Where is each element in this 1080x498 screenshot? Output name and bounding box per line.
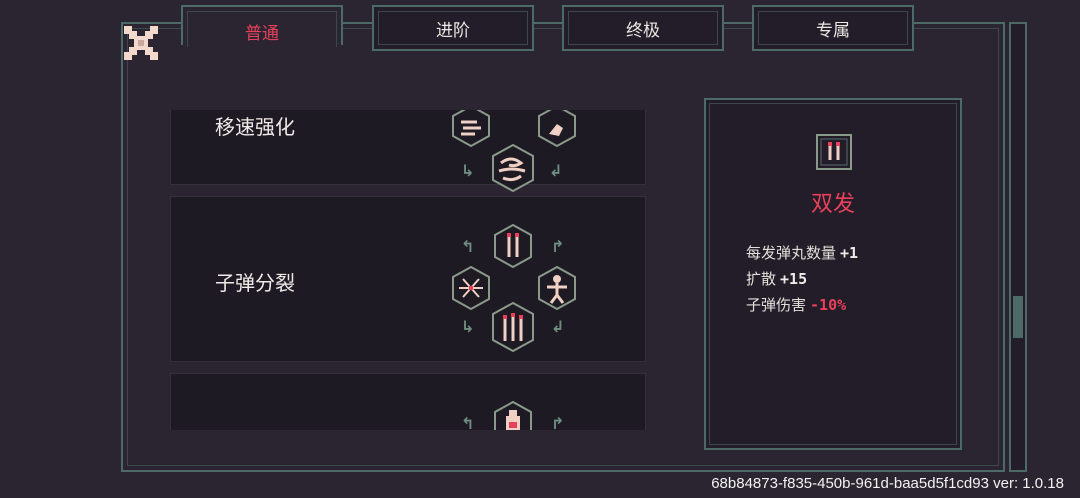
arrow-down-right-icon: ↳ <box>461 161 475 180</box>
triple-bullet-icon <box>492 301 534 353</box>
upgrade-list[interactable]: 移速强化 ↳ ↲ 子弹分裂 ↰ ↱ ↳ ↲ ↰ ↱ <box>170 110 646 430</box>
scrollbar-thumb[interactable] <box>1013 296 1023 338</box>
stat-value: +1 <box>840 244 859 262</box>
stat-spread: 扩散 +15 <box>746 268 807 289</box>
tab-normal-label: 普通 <box>245 24 279 44</box>
split-figure-icon <box>538 265 576 311</box>
arrow-up-right-icon: ↱ <box>551 414 565 430</box>
double-bullet-icon <box>816 134 852 170</box>
arrow-down-right-icon: ↳ <box>461 317 475 336</box>
stat-label: 扩散 <box>746 270 777 288</box>
upgrade-card-speed[interactable]: 移速强化 ↳ ↲ <box>170 110 646 193</box>
arrow-up-right-icon: ↱ <box>551 237 565 256</box>
upgrade-card-bullet-split[interactable]: 子弹分裂 ↰ ↱ ↳ ↲ <box>170 196 646 362</box>
bottle-icon <box>494 400 532 430</box>
scrollbar[interactable] <box>1009 22 1027 472</box>
version-label: 68b84873-f835-450b-961d-baa5d5f1cd93 ver… <box>711 475 1064 492</box>
tab-exclusive[interactable]: 专属 <box>752 5 914 51</box>
tab-ultimate-label: 终极 <box>626 20 660 41</box>
arrow-up-left-icon: ↰ <box>461 237 475 256</box>
stat-label: 子弹伤害 <box>746 296 807 314</box>
arrow-down-left-icon: ↲ <box>549 161 563 180</box>
close-icon[interactable] <box>124 26 158 60</box>
arrow-up-left-icon: ↰ <box>461 414 475 430</box>
stat-pellet-count: 每发弹丸数量 +1 <box>746 242 858 263</box>
double-bullet-icon <box>494 223 532 269</box>
spread-burst-icon <box>452 265 490 311</box>
tab-exclusive-label: 专属 <box>816 20 850 41</box>
upgrade-detail-panel: 双发 每发弹丸数量 +1 扩散 +15 子弹伤害 -10% <box>704 98 962 450</box>
arrow-down-left-icon: ↲ <box>551 317 565 336</box>
stat-label: 每发弹丸数量 <box>746 244 837 262</box>
stat-value: +15 <box>780 270 808 288</box>
upgrade-name: 双发 <box>810 192 855 217</box>
stat-bullet-damage: 子弹伤害 -10% <box>746 294 846 315</box>
shoe-icon <box>538 110 576 148</box>
tab-advanced[interactable]: 进阶 <box>372 5 534 51</box>
wind-icon <box>452 110 490 148</box>
upgrade-card-title: 子弹分裂 <box>215 271 295 295</box>
wind-swirl-icon <box>492 143 534 193</box>
tab-normal[interactable]: 普通 <box>181 5 343 47</box>
upgrade-card-title: 移速强化 <box>215 115 295 139</box>
upgrade-card-next[interactable]: ↰ ↱ <box>170 373 646 430</box>
stat-value: -10% <box>810 296 847 314</box>
tab-advanced-label: 进阶 <box>436 20 470 41</box>
tab-ultimate[interactable]: 终极 <box>562 5 724 51</box>
